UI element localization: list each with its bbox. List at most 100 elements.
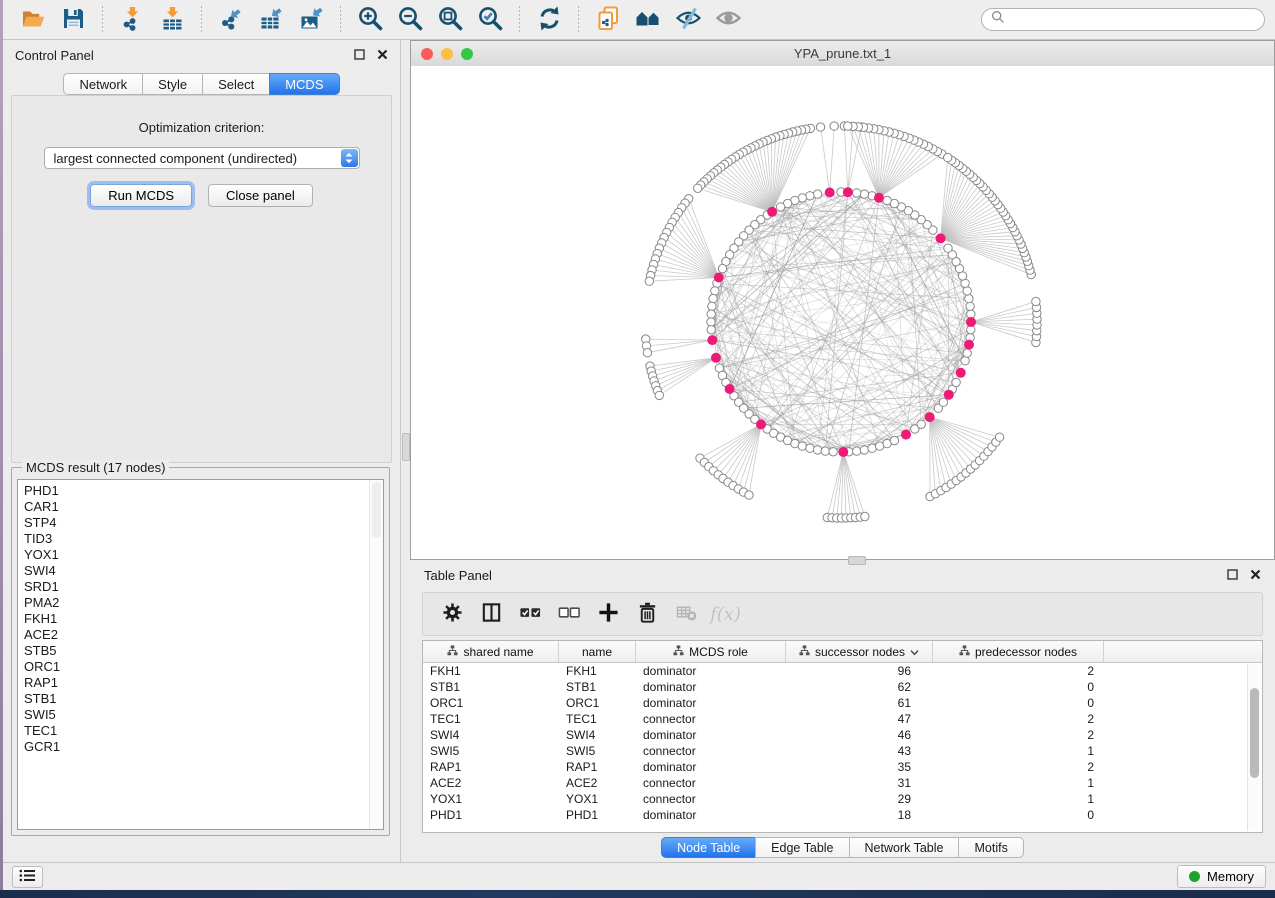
export-table-button[interactable] — [251, 3, 291, 37]
close-mcds-panel-button[interactable]: Close panel — [208, 184, 313, 207]
import-network-button[interactable] — [112, 3, 152, 37]
tab-select[interactable]: Select — [202, 73, 270, 95]
run-mcds-button[interactable]: Run MCDS — [90, 184, 192, 207]
cell-name[interactable]: FKH1 — [559, 664, 636, 678]
zoom-in-button[interactable] — [350, 3, 390, 37]
network-canvas[interactable] — [411, 66, 1274, 559]
deselect-all-button[interactable] — [550, 596, 589, 632]
mcds-list-scrollbar[interactable] — [369, 480, 383, 829]
cell-predecessor-nodes[interactable]: 1 — [933, 744, 1104, 758]
open-button[interactable] — [13, 3, 53, 37]
cell-successor-nodes[interactable]: 43 — [786, 744, 933, 758]
cell-name[interactable]: STB1 — [559, 680, 636, 694]
mcds-result-item[interactable]: PHD1 — [24, 483, 383, 499]
table-row[interactable]: PHD1PHD1dominator180 — [423, 807, 1262, 823]
cell-shared-name[interactable]: ORC1 — [423, 696, 559, 710]
tab-edge-table[interactable]: Edge Table — [755, 837, 849, 858]
cell-MCDS-role[interactable]: connector — [636, 744, 786, 758]
export-image-button[interactable] — [291, 3, 331, 37]
select-all-button[interactable] — [511, 596, 550, 632]
cell-name[interactable]: YOX1 — [559, 792, 636, 806]
table-row[interactable]: STB1STB1dominator620 — [423, 679, 1262, 695]
show-all-button[interactable] — [708, 3, 748, 37]
cell-MCDS-role[interactable]: dominator — [636, 664, 786, 678]
network-graph[interactable] — [411, 66, 1274, 559]
table-row[interactable]: FKH1FKH1dominator962 — [423, 663, 1262, 679]
settings-button[interactable] — [433, 596, 472, 632]
cell-predecessor-nodes[interactable]: 2 — [933, 728, 1104, 742]
cell-MCDS-role[interactable]: connector — [636, 792, 786, 806]
cell-predecessor-nodes[interactable]: 2 — [933, 664, 1104, 678]
table-row[interactable]: ORC1ORC1dominator610 — [423, 695, 1262, 711]
cell-successor-nodes[interactable]: 62 — [786, 680, 933, 694]
mcds-result-item[interactable]: STP4 — [24, 515, 383, 531]
tab-network[interactable]: Network — [63, 73, 143, 95]
splitter-handle[interactable] — [402, 433, 410, 461]
import-table-button[interactable] — [152, 3, 192, 37]
cell-successor-nodes[interactable]: 29 — [786, 792, 933, 806]
cell-name[interactable]: RAP1 — [559, 760, 636, 774]
float-panel-button[interactable] — [354, 48, 365, 63]
close-table-panel-button[interactable] — [1250, 568, 1261, 583]
column-header-predecessor-nodes[interactable]: predecessor nodes — [933, 641, 1104, 662]
mcds-result-item[interactable]: STB1 — [24, 691, 383, 707]
mcds-result-item[interactable]: YOX1 — [24, 547, 383, 563]
mcds-result-item[interactable]: SWI4 — [24, 563, 383, 579]
cell-predecessor-nodes[interactable]: 1 — [933, 776, 1104, 790]
add-column-button[interactable] — [589, 596, 628, 632]
table-row[interactable]: TEC1TEC1connector472 — [423, 711, 1262, 727]
cell-MCDS-role[interactable]: dominator — [636, 760, 786, 774]
cell-name[interactable]: TEC1 — [559, 712, 636, 726]
mcds-result-item[interactable]: ORC1 — [24, 659, 383, 675]
cell-MCDS-role[interactable]: dominator — [636, 680, 786, 694]
cell-shared-name[interactable]: YOX1 — [423, 792, 559, 806]
table-row[interactable]: RAP1RAP1dominator352 — [423, 759, 1262, 775]
cell-predecessor-nodes[interactable]: 2 — [933, 760, 1104, 774]
cell-shared-name[interactable]: ACE2 — [423, 776, 559, 790]
close-panel-button[interactable] — [377, 48, 388, 63]
mcds-result-item[interactable]: TID3 — [24, 531, 383, 547]
float-table-panel-button[interactable] — [1227, 568, 1238, 583]
cell-MCDS-role[interactable]: dominator — [636, 728, 786, 742]
table-scroll-thumb[interactable] — [1250, 688, 1259, 778]
cell-name[interactable]: SWI4 — [559, 728, 636, 742]
mcds-result-item[interactable]: SWI5 — [24, 707, 383, 723]
search-box[interactable] — [981, 8, 1265, 31]
cell-predecessor-nodes[interactable]: 0 — [933, 808, 1104, 822]
table-row[interactable]: ACE2ACE2connector311 — [423, 775, 1262, 791]
cell-name[interactable]: PHD1 — [559, 808, 636, 822]
zoom-out-button[interactable] — [390, 3, 430, 37]
cell-name[interactable]: ACE2 — [559, 776, 636, 790]
cell-name[interactable]: ORC1 — [559, 696, 636, 710]
cell-MCDS-role[interactable]: dominator — [636, 696, 786, 710]
tab-mcds[interactable]: MCDS — [269, 73, 339, 95]
cell-shared-name[interactable]: SWI5 — [423, 744, 559, 758]
vertical-splitter[interactable] — [401, 40, 410, 862]
mcds-result-item[interactable]: RAP1 — [24, 675, 383, 691]
column-header-name[interactable]: name — [559, 641, 636, 662]
cell-MCDS-role[interactable]: connector — [636, 712, 786, 726]
cell-name[interactable]: SWI5 — [559, 744, 636, 758]
column-header-successor-nodes[interactable]: successor nodes — [786, 641, 933, 662]
cell-successor-nodes[interactable]: 61 — [786, 696, 933, 710]
tab-network-table[interactable]: Network Table — [849, 837, 960, 858]
cell-successor-nodes[interactable]: 18 — [786, 808, 933, 822]
cell-predecessor-nodes[interactable]: 1 — [933, 792, 1104, 806]
mcds-result-item[interactable]: PMA2 — [24, 595, 383, 611]
cell-successor-nodes[interactable]: 46 — [786, 728, 933, 742]
mcds-result-item[interactable]: CAR1 — [24, 499, 383, 515]
maximize-window-button[interactable] — [461, 48, 473, 60]
table-scrollbar[interactable] — [1247, 664, 1261, 831]
cell-shared-name[interactable]: SWI4 — [423, 728, 559, 742]
table-row[interactable]: SWI5SWI5connector431 — [423, 743, 1262, 759]
export-network-button[interactable] — [211, 3, 251, 37]
column-header-MCDS-role[interactable]: MCDS role — [636, 641, 786, 662]
cell-successor-nodes[interactable]: 96 — [786, 664, 933, 678]
cell-shared-name[interactable]: PHD1 — [423, 808, 559, 822]
mcds-result-item[interactable]: TEC1 — [24, 723, 383, 739]
mcds-list-scroll-thumb[interactable] — [372, 482, 381, 538]
cell-MCDS-role[interactable]: dominator — [636, 808, 786, 822]
zoom-fit-button[interactable] — [430, 3, 470, 37]
close-window-button[interactable] — [421, 48, 433, 60]
criterion-select[interactable]: largest connected component (undirected) — [44, 147, 360, 169]
